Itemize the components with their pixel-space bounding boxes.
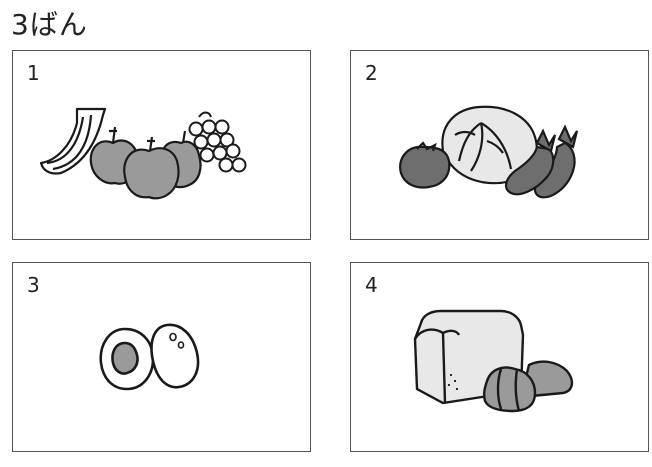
fruits-icon <box>39 107 247 200</box>
choice-card-2[interactable]: 2 <box>350 50 649 240</box>
boiled-egg-icon <box>99 323 200 391</box>
choice-card-4[interactable]: 4 <box>350 262 649 452</box>
page-title: 3ばん <box>11 8 88 41</box>
bread-icon <box>413 309 574 413</box>
vegetables-icon <box>399 105 579 199</box>
choice-card-3[interactable]: 3 <box>12 262 311 452</box>
choice-card-1[interactable]: 1 <box>12 50 311 240</box>
